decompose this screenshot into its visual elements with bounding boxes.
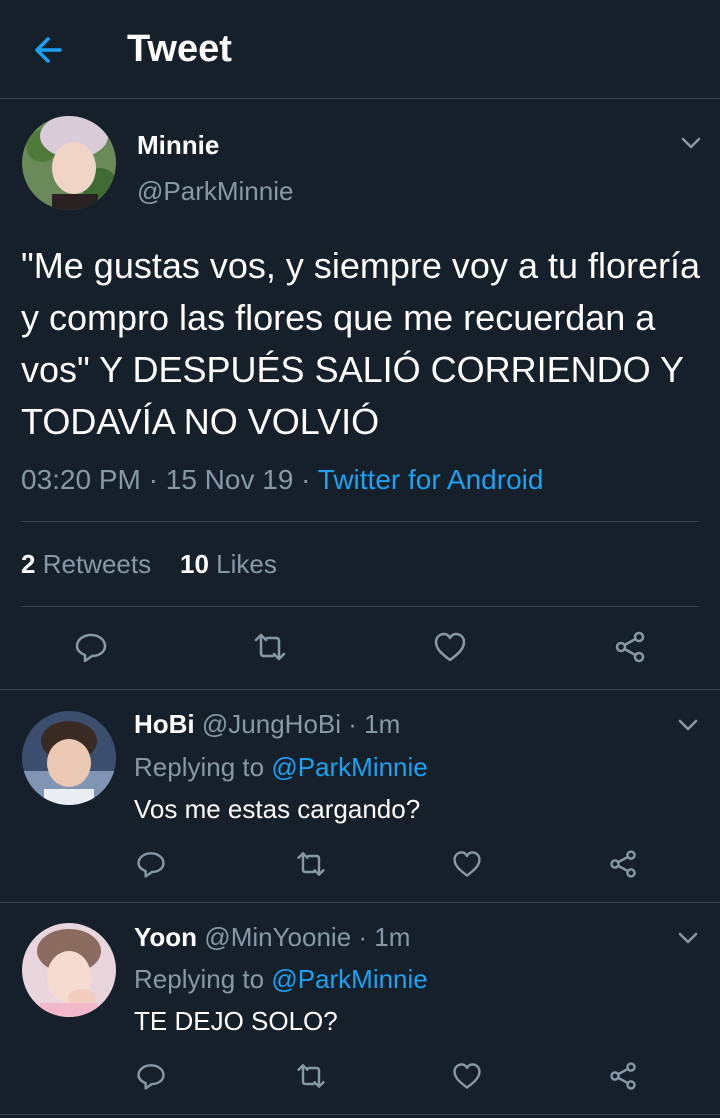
divider [0, 689, 720, 690]
likes-stat[interactable]: 10 Likes [180, 549, 277, 579]
chevron-down-icon[interactable] [676, 926, 700, 950]
share-icon[interactable] [607, 1060, 639, 1092]
reply-text: Vos me estas cargando? [134, 794, 421, 824]
like-icon[interactable] [432, 629, 468, 665]
reply-text: TE DEJO SOLO? [134, 1006, 338, 1036]
tweet-meta: 03:20 PM · 15 Nov 19 · Twitter for Andro… [21, 464, 543, 496]
avatar[interactable] [22, 116, 116, 210]
divider [0, 1114, 720, 1115]
chevron-down-icon[interactable] [679, 131, 703, 155]
reply-header: HoBi @JungHoBi · 1m [134, 709, 400, 740]
share-icon[interactable] [612, 629, 648, 665]
retweets-label: Retweets [42, 549, 152, 579]
reply-icon[interactable] [135, 1060, 167, 1092]
retweet-icon[interactable] [295, 848, 327, 880]
tweet-author-handle[interactable]: @ParkMinnie [137, 176, 293, 207]
replying-to-handle[interactable]: @ParkMinnie [271, 752, 427, 782]
tweet-source-link[interactable]: Twitter for Android [318, 464, 544, 495]
retweet-icon[interactable] [295, 1060, 327, 1092]
reply-author-name[interactable]: Yoon [134, 922, 197, 952]
reply-author-handle[interactable]: @JungHoBi [202, 709, 341, 739]
replying-to: Replying to @ParkMinnie [134, 752, 428, 783]
likes-count: 10 [180, 549, 209, 579]
reply-icon[interactable] [73, 629, 109, 665]
retweets-count: 2 [21, 549, 36, 579]
page-title: Tweet [127, 28, 232, 70]
likes-label: Likes [216, 549, 277, 579]
reply-time: · 1m [348, 709, 401, 739]
meta-separator: · [301, 464, 311, 495]
chevron-down-icon[interactable] [676, 713, 700, 737]
avatar[interactable] [22, 711, 116, 805]
replying-to: Replying to @ParkMinnie [134, 964, 428, 995]
tweet-author-name[interactable]: Minnie [137, 130, 219, 161]
reply-icon[interactable] [135, 848, 167, 880]
divider [21, 521, 699, 522]
like-icon[interactable] [451, 848, 483, 880]
replying-to-label: Replying to [134, 964, 265, 994]
back-arrow-icon[interactable] [28, 30, 68, 70]
replying-to-handle[interactable]: @ParkMinnie [271, 964, 427, 994]
reply-author-handle[interactable]: @MinYoonie [204, 922, 351, 952]
divider [0, 902, 720, 903]
top-bar: Tweet [0, 0, 720, 99]
divider [21, 606, 699, 607]
like-icon[interactable] [451, 1060, 483, 1092]
tweet-time: 03:20 PM [21, 464, 141, 495]
retweets-stat[interactable]: 2 Retweets [21, 549, 151, 579]
reply-time: · 1m [358, 922, 411, 952]
reply-author-name[interactable]: HoBi [134, 709, 195, 739]
tweet-text: "Me gustas vos, y siempre voy a tu flore… [21, 245, 701, 442]
retweet-icon[interactable] [252, 629, 288, 665]
replying-to-label: Replying to [134, 752, 265, 782]
tweet-stats: 2 Retweets 10 Likes [21, 549, 277, 580]
share-icon[interactable] [607, 848, 639, 880]
tweet-date: 15 Nov 19 [165, 464, 294, 495]
reply-header: Yoon @MinYoonie · 1m [134, 922, 410, 953]
avatar[interactable] [22, 923, 116, 1017]
meta-separator: · [148, 464, 158, 495]
